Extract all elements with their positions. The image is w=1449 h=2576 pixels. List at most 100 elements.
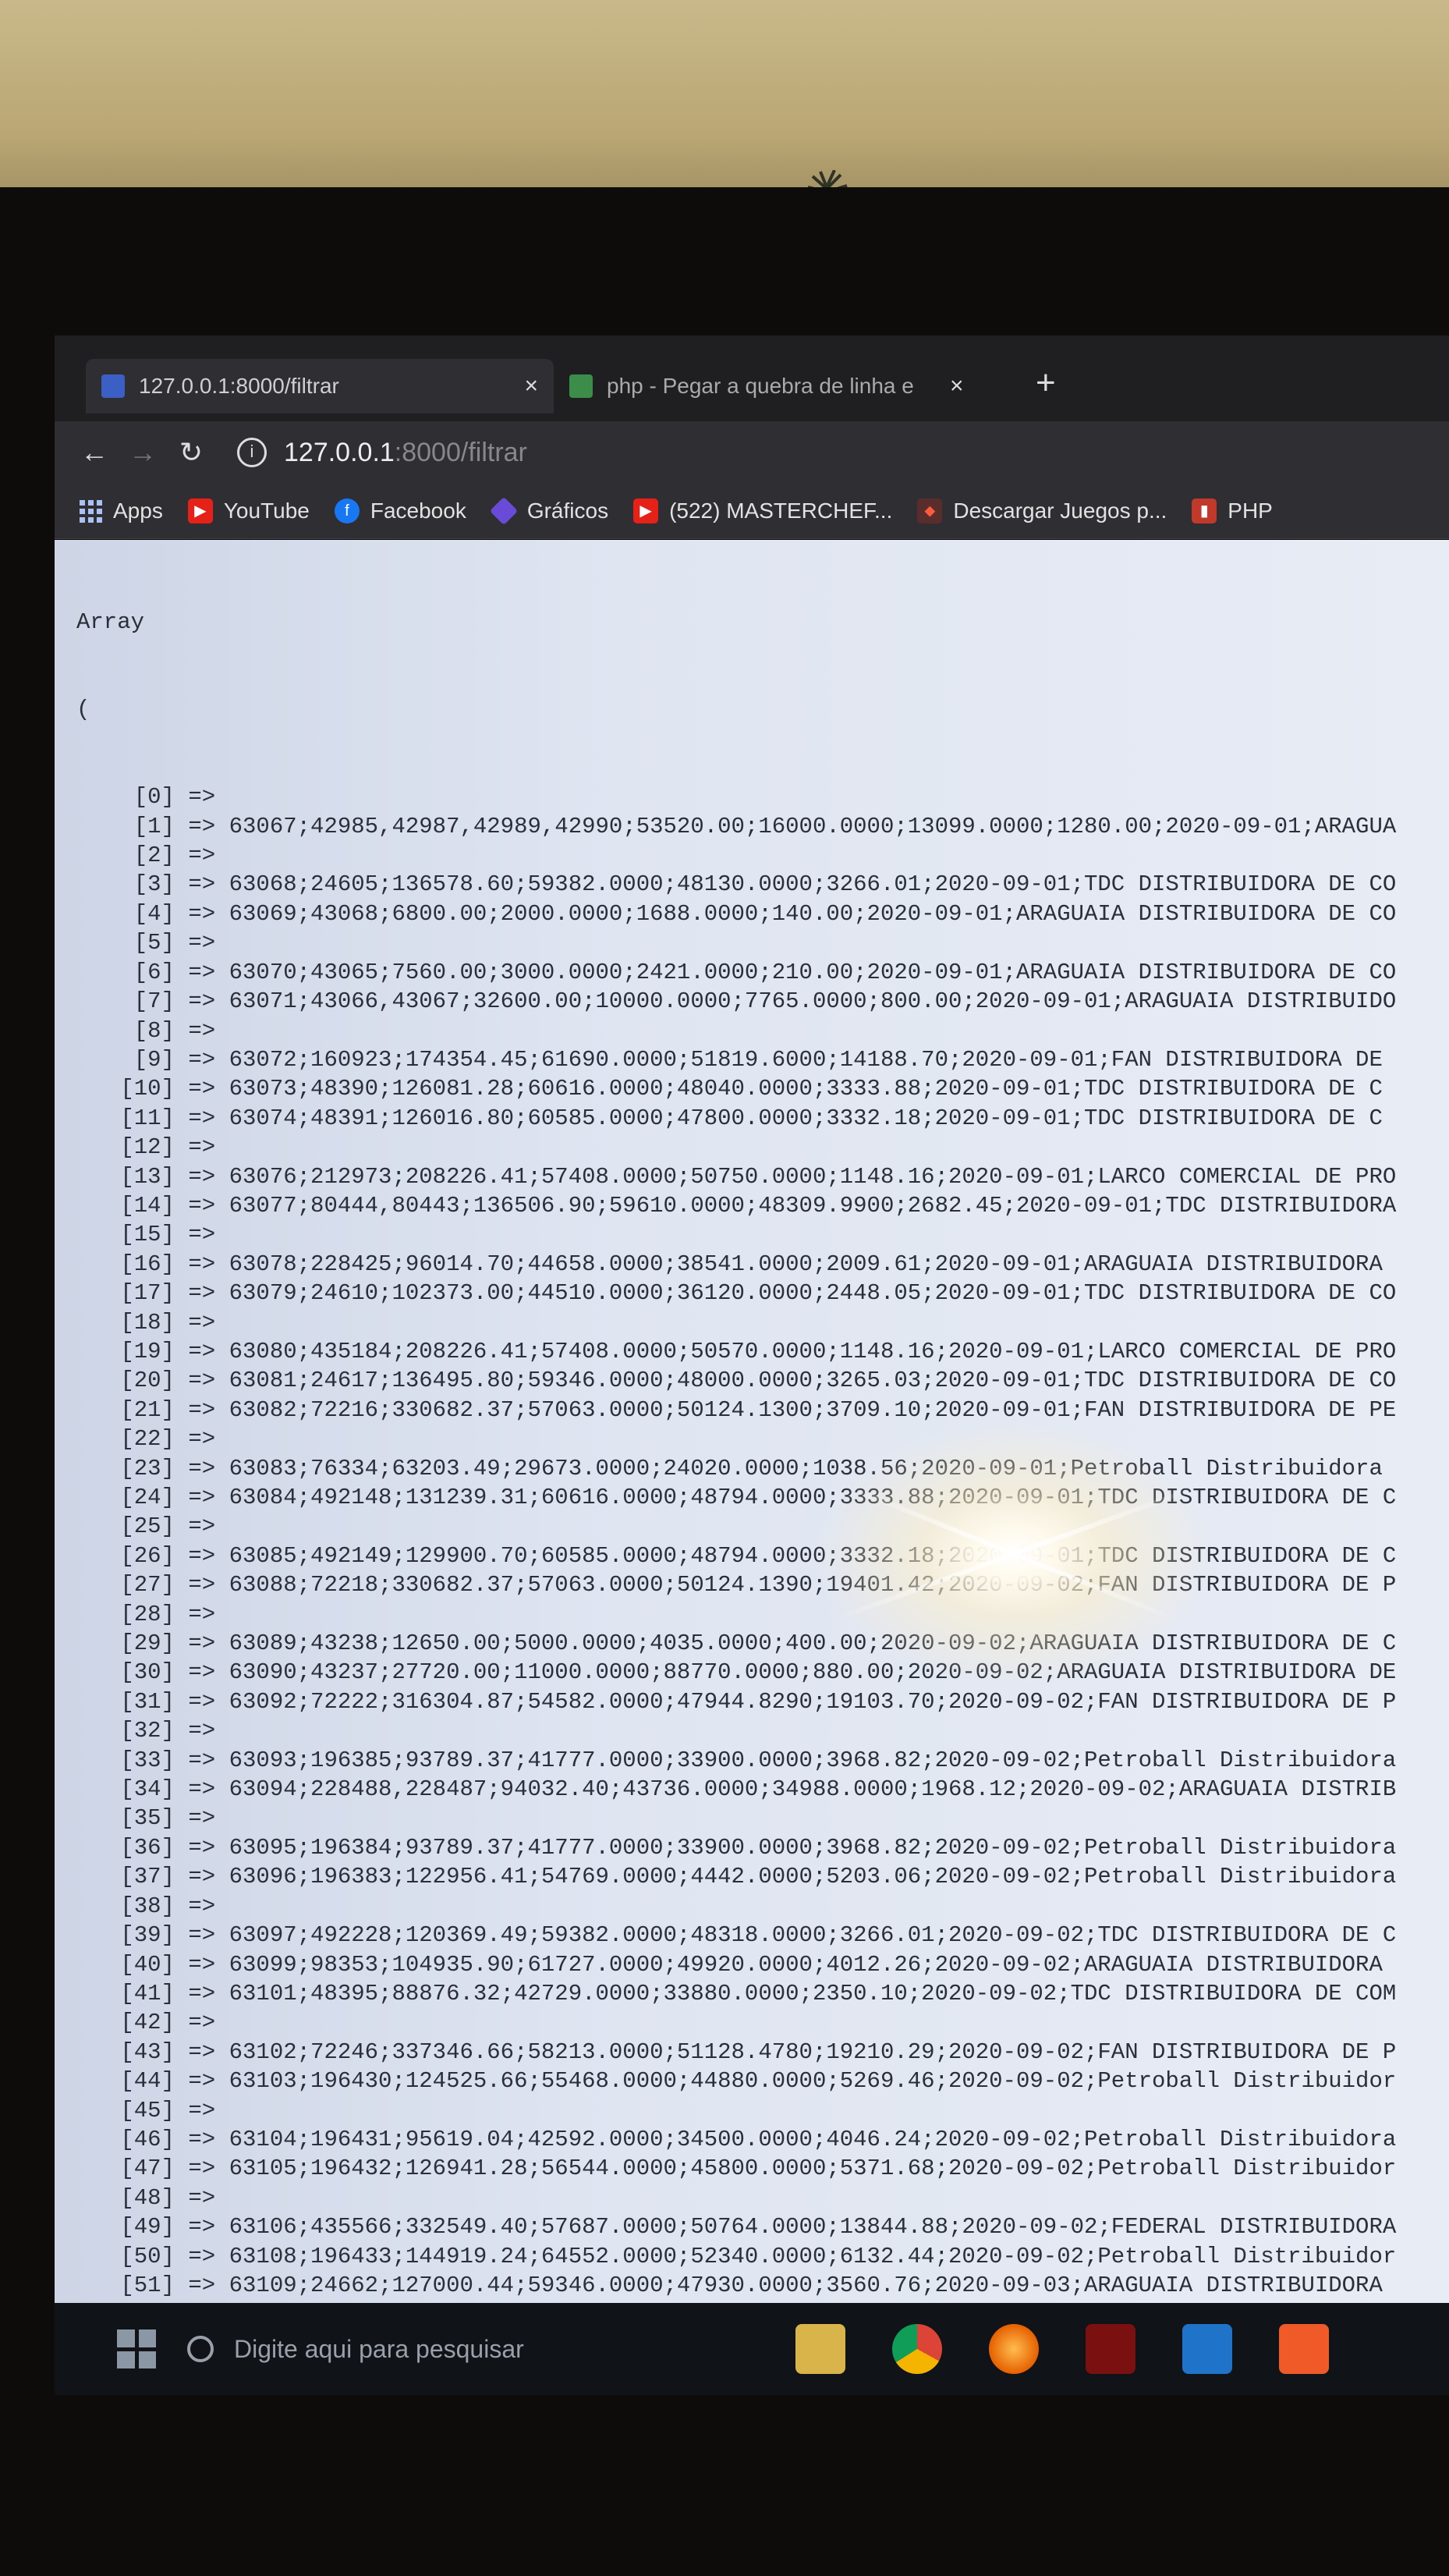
game-icon: ⬥ xyxy=(917,499,943,523)
file-explorer-icon[interactable] xyxy=(795,2324,845,2374)
array-index: [43] xyxy=(120,2038,175,2065)
array-arrow: => xyxy=(175,1222,229,1248)
reload-icon[interactable]: ↻ xyxy=(167,436,215,469)
bookmark-facebook[interactable]: f Facebook xyxy=(334,499,466,523)
array-index: [30] xyxy=(120,1659,175,1686)
array-index: [47] xyxy=(120,2156,175,2182)
array-index: [6] xyxy=(133,959,175,985)
array-row: [13] => 63076;212973;208226.41;57408.000… xyxy=(76,1162,1396,1191)
array-row: [38] => xyxy=(76,1892,1396,1921)
array-row: [20] => 63081;24617;136495.80;59346.0000… xyxy=(76,1366,1396,1395)
array-row: [0] => xyxy=(76,782,1396,811)
array-arrow: => xyxy=(175,1134,229,1161)
array-row: [22] => xyxy=(76,1425,1396,1453)
array-index: [50] xyxy=(120,2243,175,2269)
close-tab-icon[interactable]: × xyxy=(524,373,538,399)
array-arrow: => xyxy=(175,1864,229,1890)
array-index: [48] xyxy=(120,2184,175,2211)
array-arrow: => xyxy=(175,1659,229,1686)
facebook-icon: f xyxy=(334,499,360,523)
array-index: [36] xyxy=(120,1834,175,1861)
tab-label: 127.0.0.1:8000/filtrar xyxy=(139,374,339,398)
array-arrow: => xyxy=(175,900,229,927)
array-row: [1] => 63067;42985,42987,42989,42990;535… xyxy=(76,812,1397,841)
search-icon xyxy=(187,2336,214,2362)
bookmark-masterchef[interactable]: ▶ (522) MASTERCHEF... xyxy=(633,499,892,523)
array-index: [34] xyxy=(120,1776,175,1803)
array-arrow: => xyxy=(175,2068,229,2095)
array-arrow: => xyxy=(175,784,229,811)
array-value: 63079;24610;102373.00;44510.0000;36120.0… xyxy=(229,1280,1397,1307)
array-row: [37] => 63096;196383;122956.41;54769.000… xyxy=(76,1862,1396,1891)
xampp-icon[interactable] xyxy=(1279,2324,1329,2374)
array-arrow: => xyxy=(175,1572,229,1598)
array-index: [2] xyxy=(133,843,175,869)
array-arrow: => xyxy=(175,1309,229,1336)
array-index: [15] xyxy=(120,1222,175,1248)
bookmark-label: YouTube xyxy=(223,499,310,523)
array-index: [51] xyxy=(120,2272,175,2298)
windows-start-icon[interactable] xyxy=(109,2322,164,2376)
array-index: [0] xyxy=(133,784,175,811)
bookmark-php[interactable]: ▮ PHP xyxy=(1192,499,1273,523)
array-row: [44] => 63103;196430;124525.66;55468.000… xyxy=(76,2067,1396,2095)
array-arrow: => xyxy=(175,1426,229,1453)
apps-grid-icon xyxy=(80,499,102,523)
array-value: 63071;43066,43067;32600.00;10000.0000;77… xyxy=(229,988,1397,1015)
array-value: 63072;160923;174354.45;61690.0000;51819.… xyxy=(229,1046,1383,1073)
array-row: [43] => 63102;72246;337346.66;58213.0000… xyxy=(76,2038,1396,2067)
array-row: [50] => 63108;196433;144919.24;64552.000… xyxy=(76,2242,1396,2271)
array-arrow: => xyxy=(175,871,229,898)
forward-arrow-icon[interactable]: → xyxy=(119,436,167,469)
array-value: 63088;72218;330682.37;57063.0000;50124.1… xyxy=(229,1572,1397,1598)
array-row: [40] => 63099;98353;104935.90;61727.0000… xyxy=(76,1950,1396,1979)
address-bar: ← → ↻ i 127.0.0.1:8000/filtrar xyxy=(55,421,1449,484)
url-path: :8000/filtrar xyxy=(394,437,527,467)
chrome-icon[interactable] xyxy=(892,2324,942,2374)
array-row: [21] => 63082;72216;330682.37;57063.0000… xyxy=(76,1396,1396,1425)
array-index: [22] xyxy=(120,1426,175,1453)
php-icon: ▮ xyxy=(1192,499,1217,523)
array-index: [38] xyxy=(120,1893,175,1919)
vscode-icon[interactable] xyxy=(1182,2324,1232,2374)
array-index: [31] xyxy=(120,1688,175,1715)
array-row: [6] => 63070;43065;7560.00;3000.0000;242… xyxy=(76,958,1397,987)
array-arrow: => xyxy=(175,930,229,956)
array-index: [49] xyxy=(120,2214,175,2241)
array-arrow: => xyxy=(175,959,229,985)
bookmark-youtube[interactable]: ▶ YouTube xyxy=(187,499,310,523)
array-index: [16] xyxy=(120,1251,175,1277)
array-row: [9] => 63072;160923;174354.45;61690.0000… xyxy=(76,1045,1396,1074)
page-content: Array ( [0] => [1] => 63067;42985,42987,… xyxy=(55,540,1449,2303)
array-index: [41] xyxy=(120,1980,175,2007)
new-tab-button[interactable]: + xyxy=(1036,364,1056,403)
url-field[interactable]: i 127.0.0.1:8000/filtrar xyxy=(237,438,527,468)
array-arrow: => xyxy=(175,1396,229,1423)
array-row: [5] => xyxy=(76,928,1396,957)
array-arrow: => xyxy=(175,1922,229,1949)
bookmark-graficos[interactable]: Gráficos xyxy=(489,496,608,526)
bookmark-apps[interactable]: Apps xyxy=(80,499,163,523)
taskbar-search[interactable]: Digite aqui para pesquisar xyxy=(187,2335,749,2364)
array-value: 63095;196384;93789.37;41777.0000;33900.0… xyxy=(229,1834,1397,1861)
info-icon[interactable]: i xyxy=(237,438,267,467)
array-arrow: => xyxy=(175,1046,229,1073)
bookmark-descargar-juegos[interactable]: ⬥ Descargar Juegos p... xyxy=(917,499,1167,523)
bookmarks-bar: Apps ▶ YouTube f Facebook Gráficos ▶ (52… xyxy=(55,484,1449,539)
firefox-icon[interactable] xyxy=(989,2324,1039,2374)
array-header: Array xyxy=(76,609,145,635)
array-arrow: => xyxy=(175,1368,229,1394)
array-index: [3] xyxy=(133,871,175,898)
tab-php-question[interactable]: php - Pegar a quebra de linha e × xyxy=(554,359,1022,413)
tab-filtrar[interactable]: 127.0.0.1:8000/filtrar × xyxy=(86,359,554,413)
app-red-icon[interactable] xyxy=(1086,2324,1135,2374)
array-index: [27] xyxy=(120,1572,175,1598)
close-tab-icon[interactable]: × xyxy=(950,373,964,399)
array-index: [28] xyxy=(120,1601,175,1627)
array-row: [4] => 63069;43068;6800.00;2000.0000;168… xyxy=(76,899,1397,928)
array-row: [31] => 63092;72222;316304.87;54582.0000… xyxy=(76,1687,1396,1716)
back-arrow-icon[interactable]: ← xyxy=(70,436,119,469)
array-index: [7] xyxy=(133,988,175,1015)
array-row: [51] => 63109;24662;127000.44;59346.0000… xyxy=(76,2271,1396,2300)
array-row: [16] => 63078;228425;96014.70;44658.0000… xyxy=(76,1250,1396,1279)
